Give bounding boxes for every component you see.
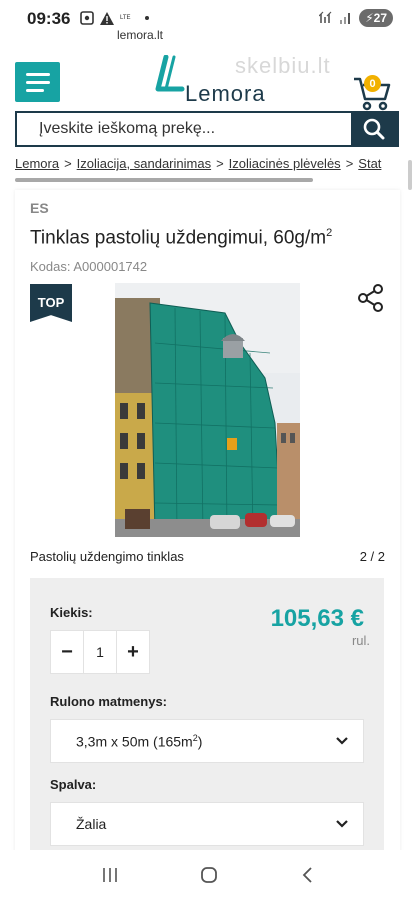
nav-back-icon[interactable] [300,866,314,884]
breadcrumb-scrollbar[interactable] [15,178,313,182]
status-bar: 09:36 LTE ⚡27 lemora.lt [0,0,415,42]
breadcrumb-item[interactable]: Stat [358,156,381,171]
search-button[interactable] [351,113,397,145]
product-price: 105,63 € [270,605,364,632]
breadcrumb-separator: > [64,156,72,171]
breadcrumb-item[interactable]: Lemora [15,156,59,171]
logo-text[interactable]: Lemora [185,81,266,107]
menu-icon-line [25,80,50,84]
breadcrumb-separator: > [345,156,354,171]
wifi-data-icon [319,11,332,23]
chevron-down-icon [336,737,348,745]
breadcrumb-separator: > [216,156,224,171]
search-icon [363,118,385,140]
increase-quantity-button[interactable]: + [117,631,149,673]
page-scrollbar[interactable] [408,160,412,190]
system-nav-bar [0,850,415,900]
purchase-box: Kiekis: 105,63 € rul. − 1 + Rulono matme… [30,578,384,863]
product-title-sup: 2 [326,227,333,239]
top-badge: TOP [30,284,72,322]
nav-home-icon[interactable] [200,866,218,884]
status-right-icons: ⚡27 [319,9,393,27]
product-title-text: Tinklas pastolių uždengimui, 60g/m [30,227,327,249]
roll-size-value: 3,3m x 50m (165m2) [76,733,202,750]
color-label: Spalva: [50,777,97,792]
menu-icon-line [25,72,50,76]
roll-size-label: Rulono matmenys: [50,694,168,709]
product-image[interactable] [115,283,300,537]
status-notification-icons: LTE [80,11,149,25]
search-bar [15,111,399,147]
quantity-label: Kiekis: [50,605,93,620]
product-card: ES Tinklas pastolių uždengimui, 60g/m2 K… [15,190,400,863]
nav-recents-icon[interactable] [101,867,119,883]
price-unit: rul. [351,633,370,648]
decrease-quantity-button[interactable]: − [51,631,83,673]
share-icon[interactable] [357,283,385,313]
signal-icon [340,13,351,24]
battery-level: 27 [373,11,387,25]
quantity-stepper: − 1 + [50,630,150,674]
battery-indicator: ⚡27 [359,9,393,27]
status-time: 09:36 [27,9,71,28]
cart-count-badge: 0 [364,75,381,92]
search-input[interactable] [17,113,351,145]
product-brand[interactable]: ES [30,200,49,216]
roll-size-close: ) [197,733,203,750]
menu-button[interactable] [15,62,60,102]
dot-icon [144,16,149,20]
url-text[interactable]: lemora.lt [0,28,280,42]
breadcrumb-item[interactable]: Izoliacinės plėvelės [229,156,341,171]
breadcrumb: Lemora > Izoliacija, sandarinimas > Izoliaci… [15,156,415,178]
warning-icon [100,11,114,25]
roll-size-select[interactable]: 3,3m x 50m (165m2) [50,719,364,763]
screenshot-icon [80,11,94,25]
network-label: LTE [120,15,131,21]
roll-size-text: 3,3m x 50m (165m [76,733,193,750]
color-value: Žalia [76,816,107,832]
image-pager: 2 / 2 [359,549,385,564]
color-select[interactable]: Žalia [50,802,364,846]
quantity-value[interactable]: 1 [83,631,117,673]
image-caption: Pastolių uždengimo tinklas [30,549,184,564]
menu-icon-line [25,88,44,92]
product-code: Kodas: A000001742 [30,259,148,274]
chevron-down-icon [336,820,348,828]
breadcrumb-item[interactable]: Izoliacija, sandarinimas [77,156,211,171]
product-title: Tinklas pastolių uždengimui, 60g/m2 [30,227,332,249]
